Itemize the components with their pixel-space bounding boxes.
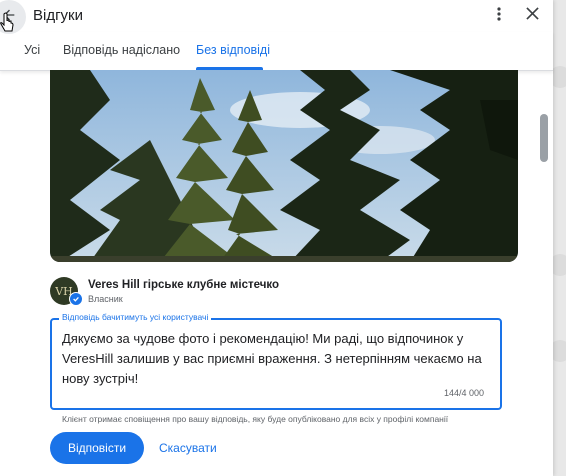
reply-text[interactable]: Дякуємо за чудове фото і рекомендацію! М…	[62, 329, 492, 389]
dialog-header: Відгуки	[0, 0, 553, 34]
more-vert-icon	[497, 6, 501, 26]
mouse-cursor-icon	[0, 12, 14, 32]
chevron-icon	[553, 254, 566, 276]
reply-button[interactable]: Відповісти	[50, 432, 144, 464]
verified-badge-icon	[69, 292, 83, 306]
close-button[interactable]	[520, 4, 544, 28]
close-icon	[525, 7, 539, 25]
chevron-icon	[553, 66, 566, 88]
more-options-button[interactable]	[488, 4, 510, 28]
scrollbar-thumb[interactable]	[540, 114, 548, 162]
background-page	[553, 0, 566, 476]
cancel-button[interactable]: Скасувати	[159, 441, 217, 455]
chevron-icon	[553, 340, 566, 362]
review-photo[interactable]	[50, 70, 518, 262]
tab-unanswered[interactable]: Без відповіді	[196, 43, 270, 57]
character-counter: 144/4 000	[444, 388, 485, 398]
review-tabs: Усі Відповідь надіслано Без відповіді	[0, 32, 553, 71]
dialog-title: Відгуки	[33, 7, 84, 24]
owner-name: Veres Hill гірське клубне містечко	[88, 279, 280, 291]
tab-replied[interactable]: Відповідь надіслано	[63, 43, 180, 57]
reply-field-label: Відповідь бачитимуть усі користувачі	[59, 312, 212, 322]
reply-helper-text: Клієнт отримає сповіщення про вашу відпо…	[62, 414, 449, 424]
tab-all[interactable]: Усі	[24, 43, 40, 57]
owner-role: Власник	[88, 294, 123, 304]
reviews-dialog: Відгуки Усі Відповідь надіслано Без відп…	[0, 0, 553, 476]
